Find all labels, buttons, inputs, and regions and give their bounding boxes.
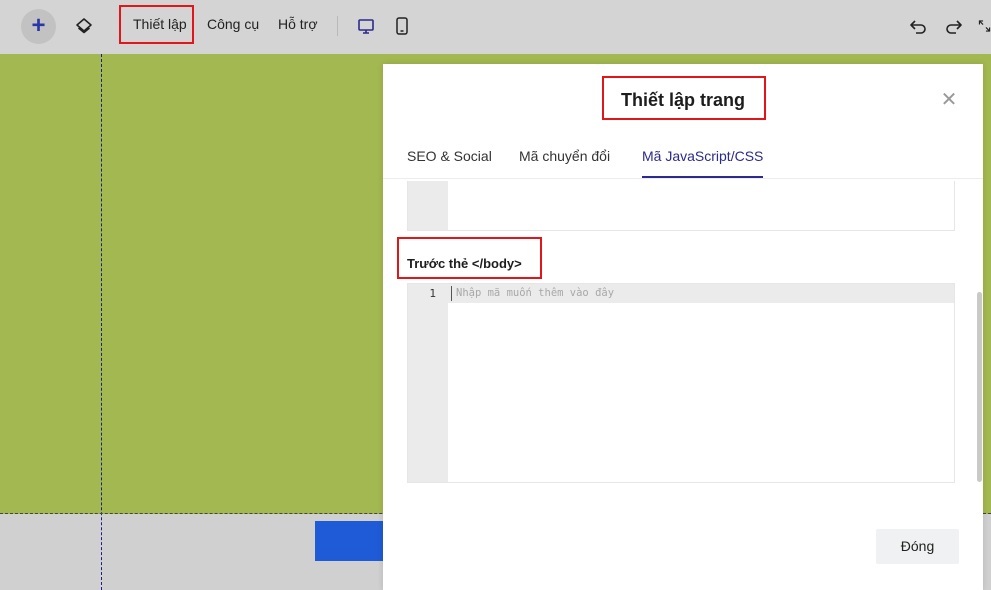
menu-support[interactable]: Hỗ trợ	[278, 16, 318, 32]
dialog-tabs: SEO & Social Mã chuyển đổi Mã JavaScript…	[383, 148, 983, 179]
desktop-icon[interactable]	[356, 16, 376, 36]
editor-gutter	[408, 181, 448, 230]
body-code-editor[interactable]: 1 Nhập mã muốn thêm vào đây	[407, 283, 955, 483]
page-settings-dialog: Thiết lập trang ✕ SEO & Social Mã chuyển…	[383, 64, 983, 590]
undo-icon[interactable]	[908, 16, 928, 36]
highlight-settings-menu	[119, 5, 194, 44]
line-number: 1	[429, 287, 436, 300]
redo-icon[interactable]	[944, 16, 964, 36]
tab-seo-social[interactable]: SEO & Social	[407, 148, 492, 176]
layers-icon[interactable]	[74, 16, 94, 36]
close-button[interactable]: Đóng	[876, 529, 959, 564]
head-code-editor[interactable]	[407, 181, 955, 231]
editor-gutter	[408, 284, 448, 482]
mobile-icon[interactable]	[392, 16, 412, 36]
add-element-button[interactable]: +	[21, 9, 56, 44]
guide-line-vertical	[101, 54, 102, 590]
tab-conversion-code[interactable]: Mã chuyển đổi	[519, 148, 610, 176]
editor-placeholder: Nhập mã muốn thêm vào đây	[456, 287, 615, 299]
menu-tools[interactable]: Công cụ	[207, 16, 259, 32]
dialog-scrollbar[interactable]	[977, 292, 982, 482]
highlight-dialog-title	[602, 76, 766, 120]
tab-javascript-css[interactable]: Mã JavaScript/CSS	[642, 148, 764, 178]
highlight-before-body-label	[397, 237, 542, 279]
canvas-button-element[interactable]	[315, 521, 385, 561]
close-icon[interactable]: ✕	[939, 90, 959, 110]
text-cursor	[451, 286, 452, 301]
fullscreen-icon[interactable]	[978, 16, 991, 36]
toolbar-divider	[337, 16, 338, 36]
